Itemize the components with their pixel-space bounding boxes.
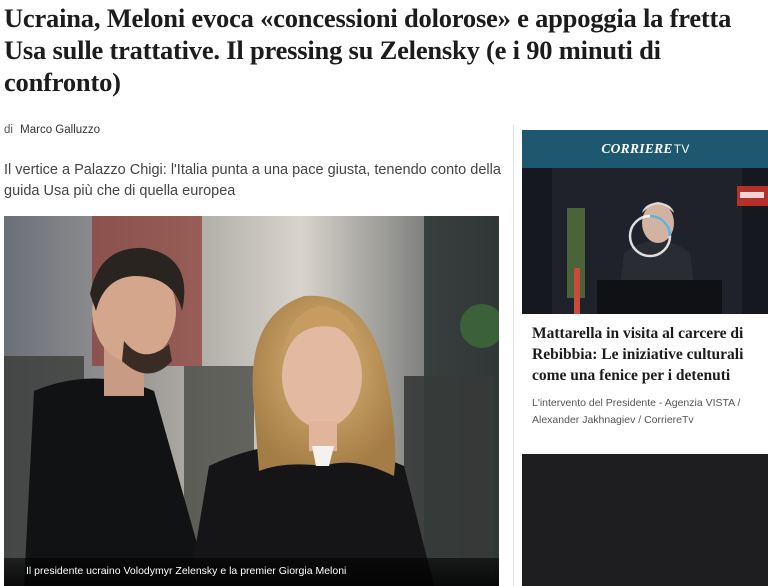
video-title[interactable]: Mattarella in visita al carcere di Rebib…: [532, 323, 768, 386]
corriere-tv-logo: CORRIERETV: [601, 141, 689, 157]
ad-placeholder: [522, 454, 768, 586]
image-caption: Il presidente ucraino Volodymyr Zelensky…: [26, 565, 347, 577]
logo-tv: TV: [673, 142, 690, 156]
author-link[interactable]: Marco Galluzzo: [20, 124, 100, 136]
video-thumbnail[interactable]: [522, 168, 768, 314]
video-frame-illustration: [522, 168, 768, 314]
byline: di Marco Galluzzo: [4, 124, 100, 136]
article-headline: Ucraina, Meloni evoca «concessioni dolor…: [4, 3, 732, 97]
hero-photo-illustration: [4, 216, 499, 586]
corriere-tv-header[interactable]: CORRIERETV: [522, 130, 768, 168]
corriere-tv-widget: CORRIERETV Mattarella in visita al carce…: [513, 124, 768, 586]
hero-image[interactable]: Il presidente ucraino Volodymyr Zelensky…: [4, 216, 499, 586]
logo-main: CORRIERE: [601, 141, 673, 156]
byline-prefix: di: [4, 124, 13, 136]
article-subtitle: Il vertice a Palazzo Chigi: l'Italia pun…: [4, 162, 501, 199]
video-credit: L'intervento del Presidente - Agenzia VI…: [532, 397, 741, 426]
